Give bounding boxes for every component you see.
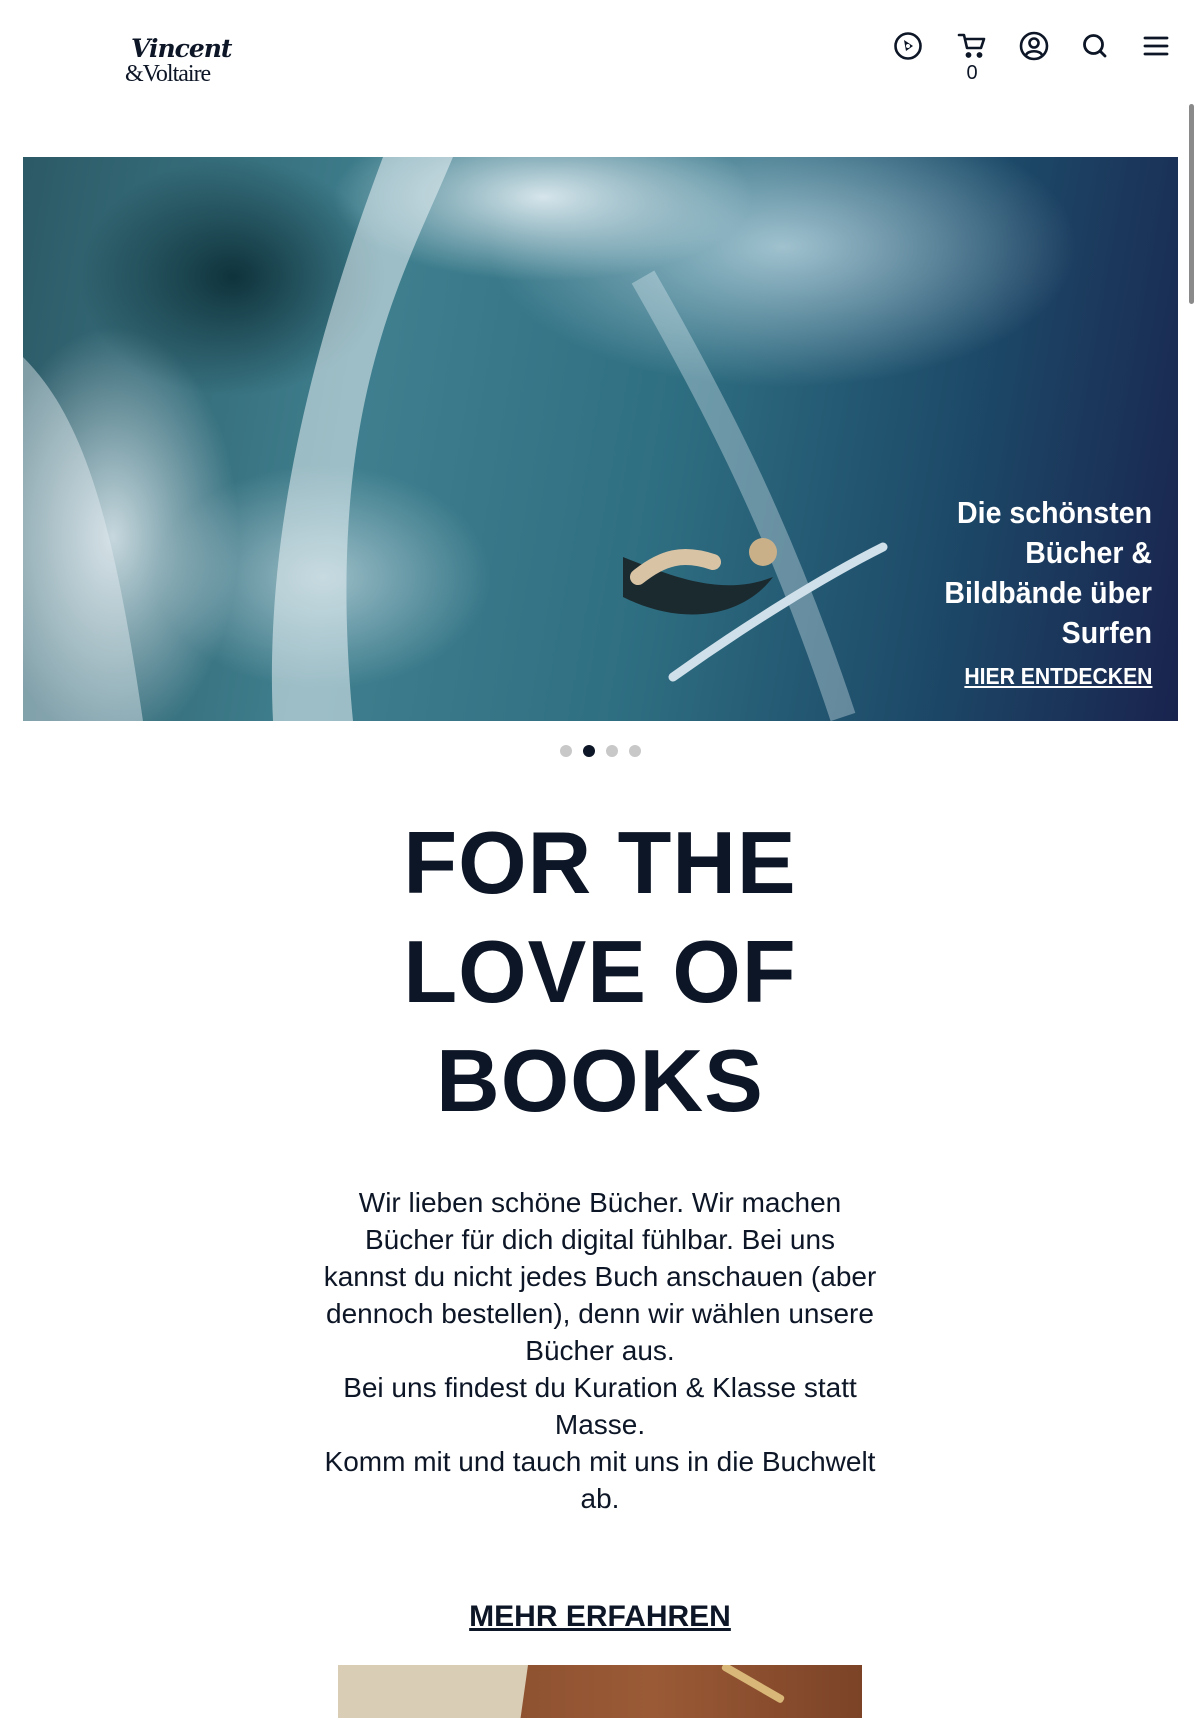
menu-button[interactable]: [1138, 30, 1174, 70]
intro-paragraph: Bei uns findest du Kuration & Klasse sta…: [343, 1372, 857, 1440]
hero-caption: Die schönsten Bücher & Bildbände über Su…: [892, 493, 1152, 690]
logo-line-1: Vincent: [131, 34, 232, 63]
slider-pagination: [0, 745, 1200, 757]
hero-title-line: Bildbände über: [944, 575, 1152, 610]
intro-paragraph: Komm mit und tauch mit uns in die Buchwe…: [324, 1446, 876, 1514]
menu-icon: [1143, 36, 1169, 56]
teaser-pen: [720, 1665, 786, 1704]
compass-button[interactable]: [890, 30, 926, 70]
hero-title-line: Die schönsten: [957, 495, 1152, 530]
page-headline: FOR THE LOVE OF BOOKS: [300, 808, 900, 1135]
slider-dot-3[interactable]: [605, 745, 618, 757]
search-icon: [1083, 34, 1107, 58]
more-link-wrapper: MEHR ERFAHREN: [0, 1600, 1200, 1634]
logo[interactable]: Vincent &Voltaire: [125, 34, 235, 94]
scrollbar-thumb[interactable]: [1189, 104, 1194, 304]
account-icon: [1019, 31, 1049, 61]
teaser-image[interactable]: [338, 1665, 862, 1718]
more-info-link[interactable]: MEHR ERFAHREN: [469, 1600, 731, 1633]
slider-dot-1[interactable]: [559, 745, 572, 757]
search-button[interactable]: [1077, 30, 1113, 70]
hero-title-line: Surfen: [1061, 615, 1152, 650]
headline-line: BOOKS: [436, 1031, 764, 1130]
teaser-paper: [338, 1665, 528, 1718]
logo-line-2: &Voltaire: [125, 61, 211, 87]
cart-button[interactable]: 0: [954, 30, 990, 84]
cart-icon: [957, 33, 986, 58]
hero-discover-link[interactable]: HIER ENTDECKEN: [964, 663, 1152, 690]
cart-count: 0: [966, 62, 978, 84]
hero-slider[interactable]: Die schönsten Bücher & Bildbände über Su…: [23, 157, 1178, 721]
intro-paragraph: Wir lieben schöne Bücher. Wir machen Büc…: [323, 1187, 877, 1366]
site-header: Vincent &Voltaire 0: [0, 0, 1200, 110]
headline-line: LOVE OF: [403, 922, 797, 1021]
slider-dot-2-active[interactable]: [582, 745, 595, 757]
intro-text: Wir lieben schöne Bücher. Wir machen Büc…: [320, 1184, 880, 1517]
account-button[interactable]: [1016, 30, 1052, 70]
headline-line: FOR THE: [403, 813, 797, 912]
hero-title: Die schönsten Bücher & Bildbände über Su…: [913, 493, 1152, 653]
compass-icon: [894, 32, 922, 60]
hero-title-line: Bücher &: [1025, 535, 1152, 570]
slider-dot-4[interactable]: [628, 745, 641, 757]
